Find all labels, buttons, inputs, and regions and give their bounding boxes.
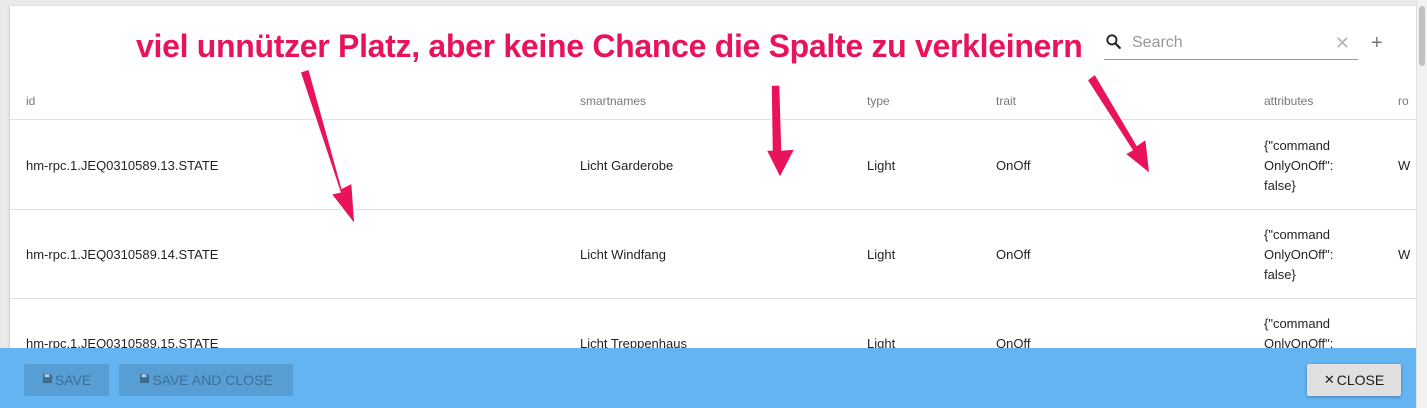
search-input[interactable] xyxy=(1132,30,1328,56)
vertical-scrollbar[interactable] xyxy=(1416,0,1427,408)
save-button-label: SAVE xyxy=(54,372,92,388)
close-button[interactable]: ✕ CLOSE xyxy=(1307,364,1401,396)
cell-type: Light xyxy=(867,158,896,173)
close-button-label: CLOSE xyxy=(1336,372,1385,388)
table-header: id smartnames type trait attributes ro xyxy=(10,62,1416,120)
cell-ro: W xyxy=(1398,247,1411,262)
save-and-close-button[interactable]: SAVE AND CLOSE xyxy=(119,364,293,396)
save-button[interactable]: SAVE xyxy=(24,364,109,396)
cell-type: Light xyxy=(867,247,896,262)
floppy-disk-icon xyxy=(139,373,150,387)
column-header-trait[interactable]: trait xyxy=(996,94,1016,108)
column-header-smartnames[interactable]: smartnames xyxy=(580,94,646,108)
column-header-ro[interactable]: ro xyxy=(1398,94,1409,108)
cell-smartnames: Licht Windfang xyxy=(580,247,666,262)
search-field[interactable]: ✕ xyxy=(1104,30,1358,60)
dialog-footer: SAVE SAVE AND CLOSE ✕ CLOSE xyxy=(0,348,1416,408)
search-icon xyxy=(1104,32,1124,52)
cell-id: hm-rpc.1.JEQ0310589.13.STATE xyxy=(26,158,219,173)
cell-ro: W xyxy=(1398,158,1411,173)
close-icon[interactable]: ✕ xyxy=(1335,34,1350,52)
close-icon: ✕ xyxy=(1323,372,1335,387)
column-header-type[interactable]: type xyxy=(867,94,890,108)
floppy-disk-icon xyxy=(42,373,53,387)
plus-icon[interactable]: + xyxy=(1371,33,1383,53)
column-header-attributes[interactable]: attributes xyxy=(1264,94,1313,108)
cell-id: hm-rpc.1.JEQ0310589.14.STATE xyxy=(26,247,219,262)
save-and-close-button-label: SAVE AND CLOSE xyxy=(152,372,273,388)
cell-attributes: {"command OnlyOnOff": false} xyxy=(1264,227,1334,282)
scrollbar-thumb[interactable] xyxy=(1419,6,1425,66)
column-header-id[interactable]: id xyxy=(26,94,35,108)
annotation-text: viel unnützer Platz, aber keine Chance d… xyxy=(136,28,1083,64)
cell-attributes: {"command OnlyOnOff": false} xyxy=(1264,138,1334,193)
cell-smartnames: Licht Garderobe xyxy=(580,158,674,173)
cell-trait: OnOff xyxy=(996,247,1031,262)
cell-trait: OnOff xyxy=(996,158,1031,173)
table-row[interactable]: hm-rpc.1.JEQ0310589.13.STATE Licht Garde… xyxy=(10,121,1416,210)
table-row[interactable]: hm-rpc.1.JEQ0310589.14.STATE Licht Windf… xyxy=(10,210,1416,299)
